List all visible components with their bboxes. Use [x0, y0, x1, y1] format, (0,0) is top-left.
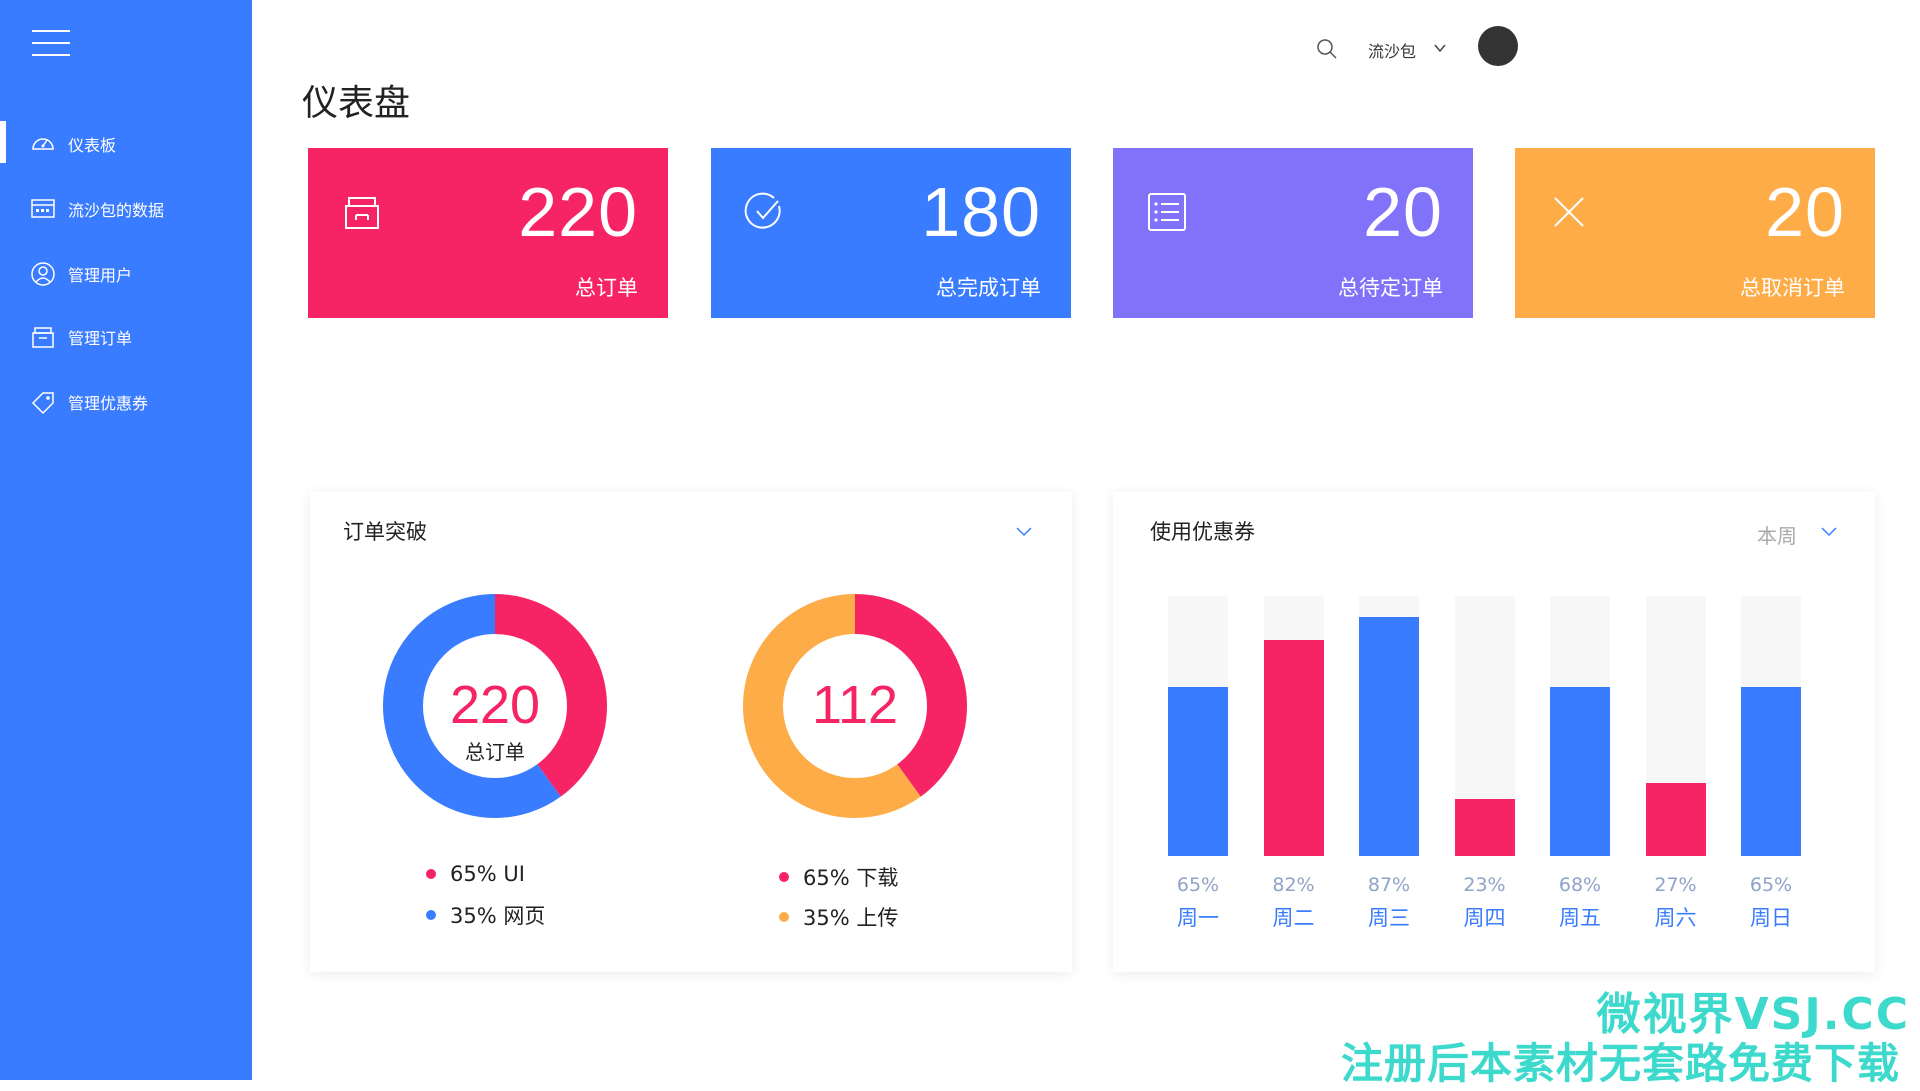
bar-value-label: 65% [1176, 874, 1220, 896]
panel-title: 订单突破 [343, 520, 427, 544]
bar-周三 [1359, 616, 1419, 856]
legend-item: 35% 网页 [426, 900, 545, 930]
bar-category-label: 周四 [1463, 906, 1506, 930]
stat-card-total-orders[interactable]: 220 总订单 [308, 148, 668, 318]
bar-category-label: 周日 [1750, 906, 1792, 930]
stat-value: 220 [518, 173, 638, 251]
bar-track [1645, 596, 1706, 856]
bar-category-label: 周一 [1177, 906, 1219, 930]
sidebar-item-users[interactable]: 管理用户 [0, 250, 252, 298]
bar-周四 [1454, 798, 1515, 856]
sidebar-item-data[interactable]: 流沙包的数据 [0, 185, 252, 233]
avatar[interactable] [1478, 26, 1518, 66]
search-icon[interactable] [1316, 38, 1338, 60]
stat-value: 20 [1363, 173, 1443, 251]
stat-value: 180 [921, 173, 1041, 251]
bar-周二 [1263, 640, 1324, 856]
data-calendar-icon [30, 196, 56, 222]
legend-item: 35% 上传 [779, 902, 898, 932]
bar-track [1741, 596, 1801, 856]
bar-周五 [1550, 687, 1610, 856]
sidebar-item-dashboard[interactable]: 仪表板 [0, 120, 252, 168]
legend-item: 65% UI [426, 862, 525, 886]
donut-center-label: 总订单 [465, 740, 525, 764]
legend-text: 35% 上传 [803, 906, 899, 930]
dashboard-gauge-icon [30, 131, 56, 157]
sidebar: 仪表板 流沙包的数据 管理用户 管理订单 管理优惠券 [0, 0, 252, 1080]
bar-value-label: 68% [1558, 874, 1602, 896]
legend-dot [779, 912, 789, 922]
donut-center-value: 220 [449, 675, 541, 735]
legend-dot [426, 910, 436, 920]
bar-value-label: 23% [1463, 874, 1506, 896]
bar-周一 [1168, 687, 1228, 856]
stat-label: 总订单 [575, 276, 638, 300]
coupon-tag-icon [30, 389, 56, 415]
check-circle-icon [741, 188, 789, 236]
bar-value-label: 27% [1654, 874, 1697, 896]
legend-item: 65% 下载 [779, 862, 898, 892]
period-select[interactable]: 本周 [1757, 520, 1797, 549]
sidebar-item-label: 管理优惠券 [68, 394, 149, 413]
chevron-down-icon[interactable] [1014, 522, 1034, 542]
sidebar-item-label: 管理订单 [68, 329, 133, 348]
bar-value-label: 82% [1272, 874, 1315, 896]
bar-category-label: 周二 [1272, 906, 1315, 930]
bar-value-label: 65% [1749, 874, 1793, 896]
close-icon [1545, 188, 1593, 236]
user-icon [30, 261, 56, 287]
stat-card-pending-orders[interactable]: 20 总待定订单 [1113, 148, 1473, 318]
bar-category-label: 周三 [1368, 906, 1410, 930]
legend-text: 65% 下载 [803, 866, 899, 890]
hamburger-menu-icon[interactable] [32, 30, 70, 56]
bar-track [1550, 596, 1610, 856]
stat-label: 总待定订单 [1338, 276, 1443, 300]
legend-dot [426, 869, 436, 879]
bar-track [1454, 596, 1515, 856]
stat-card-completed-orders[interactable]: 180 总完成订单 [711, 148, 1071, 318]
bar-周日 [1741, 687, 1801, 856]
stat-value: 20 [1765, 173, 1845, 251]
watermark-line-2: 注册后本素材无套路免费下载 [1340, 1039, 1900, 1088]
username-label[interactable]: 流沙包 [1368, 38, 1416, 62]
bar-track [1168, 596, 1228, 856]
order-box-icon [30, 324, 56, 350]
sidebar-item-orders[interactable]: 管理订单 [0, 313, 252, 361]
sidebar-item-label: 仪表板 [68, 136, 117, 155]
bar-value-label: 87% [1367, 874, 1411, 896]
bar-周六 [1645, 783, 1706, 856]
bar-category-label: 周五 [1559, 906, 1601, 930]
page-title: 仪表盘 [302, 83, 411, 124]
legend-text: 65% UI [450, 862, 525, 886]
coupon-usage-panel: 使用优惠券 本周 65% 周一 82% 周二 87% 周三 23% 周四 68% 周五 27% 周六 6… [1113, 492, 1875, 972]
order-breakdown-panel: 订单突破 220 总订单 112 65% UI 35% 网页 65% 下载 35… [310, 492, 1072, 972]
legend-text: 35% 网页 [450, 904, 546, 928]
sidebar-item-label: 管理用户 [68, 266, 133, 285]
stat-card-cancelled-orders[interactable]: 20 总取消订单 [1515, 148, 1875, 318]
bar-track [1263, 596, 1324, 856]
sidebar-item-coupons[interactable]: 管理优惠券 [0, 378, 252, 426]
checklist-icon [1143, 188, 1191, 236]
sidebar-item-label: 流沙包的数据 [68, 201, 165, 220]
stat-label: 总取消订单 [1740, 276, 1845, 300]
donut-center-value: 112 [811, 675, 899, 735]
archive-box-icon [338, 188, 386, 236]
legend-dot [779, 872, 789, 882]
bar-category-label: 周六 [1654, 906, 1697, 930]
chevron-down-icon[interactable] [1819, 522, 1839, 542]
chevron-down-icon[interactable] [1432, 40, 1448, 56]
stat-label: 总完成订单 [936, 276, 1041, 300]
bar-track [1359, 596, 1419, 856]
panel-title: 使用优惠券 [1150, 520, 1255, 544]
